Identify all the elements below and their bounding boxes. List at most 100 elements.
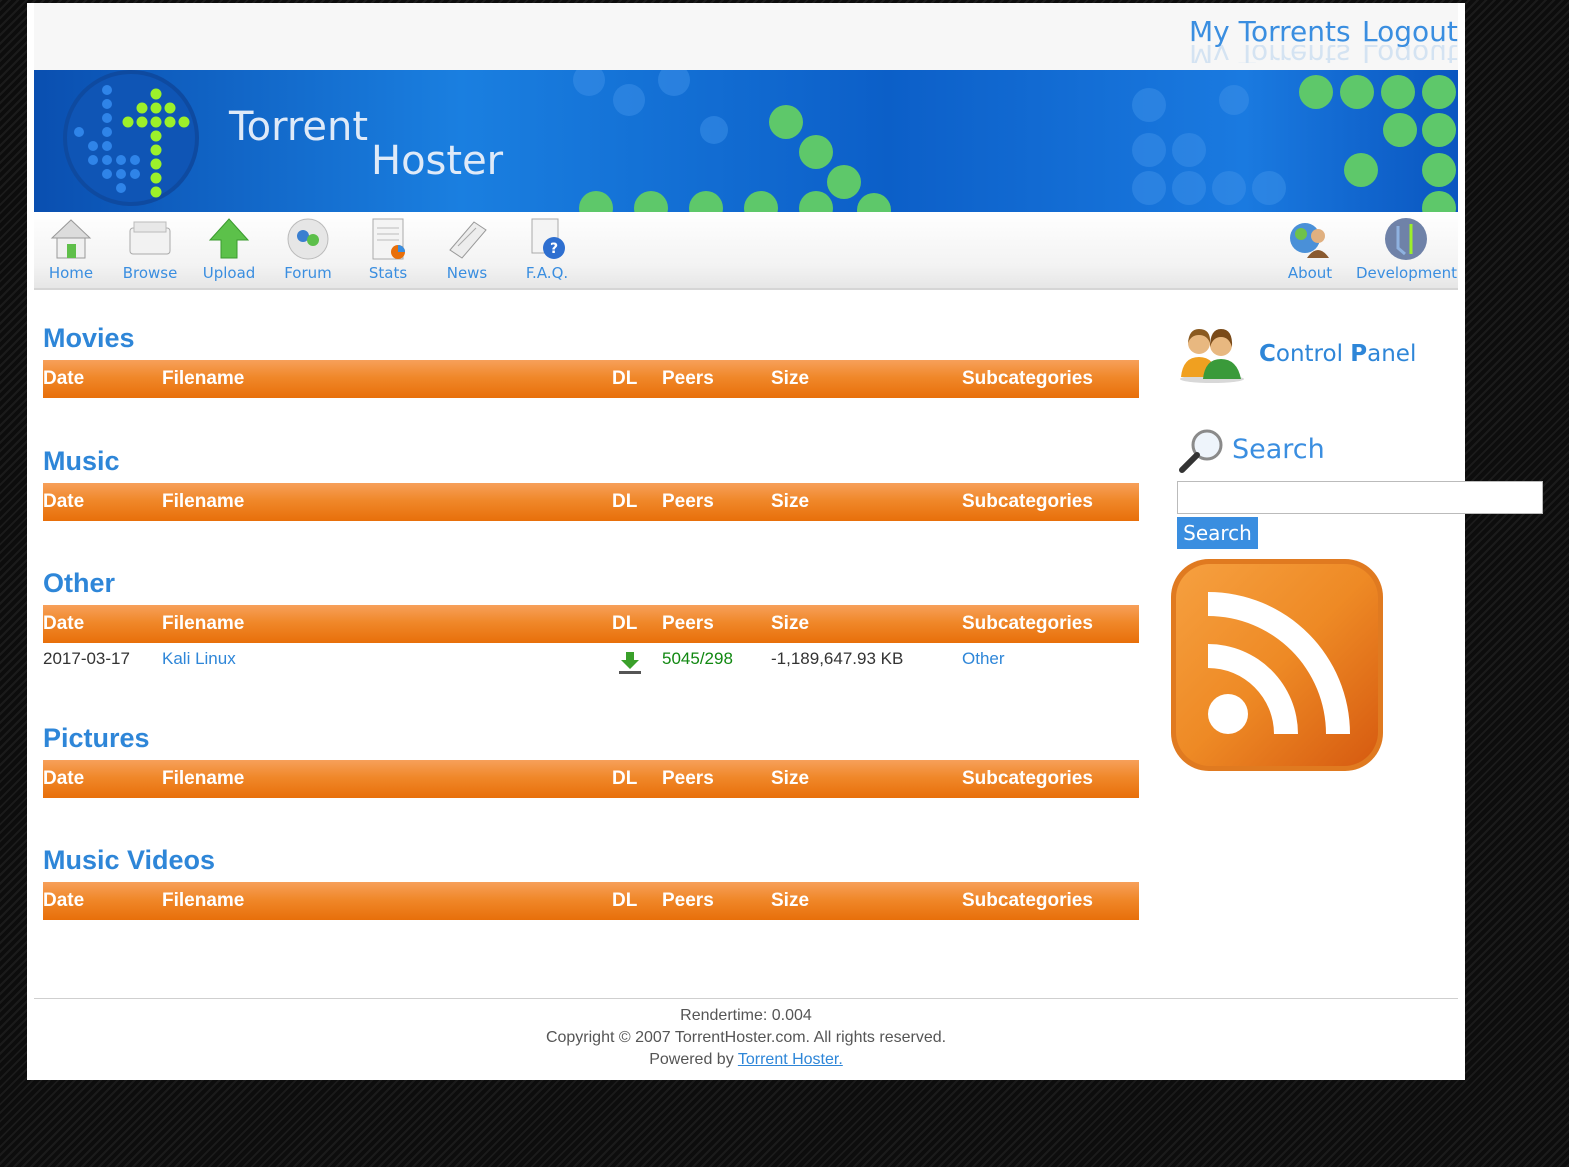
- home-icon: [50, 219, 92, 259]
- news-icon: [449, 221, 487, 259]
- cp-word2-rest: anel: [1367, 341, 1417, 367]
- about-icon: [1290, 223, 1329, 258]
- nav-forum-label: Forum: [284, 264, 332, 282]
- table-header-pictures: Date Filename DL Peers Size Subcategorie…: [43, 760, 1139, 798]
- col-filename[interactable]: Filename: [162, 491, 244, 513]
- col-filename[interactable]: Filename: [162, 890, 244, 912]
- top-links-bar: My Torrents Logout My Torrents Logout: [34, 3, 1458, 70]
- search-input[interactable]: [1177, 481, 1543, 514]
- col-peers[interactable]: Peers: [662, 368, 714, 390]
- banner-decoration: Torrent Hoster: [63, 70, 1456, 212]
- forum-icon: [287, 218, 329, 260]
- cp-word1-rest: ontrol: [1275, 341, 1351, 367]
- upload-icon: [208, 218, 250, 259]
- col-dl: DL: [612, 491, 638, 512]
- col-filename[interactable]: Filename: [162, 768, 244, 790]
- table-header-music: Date Filename DL Peers Size Subcategorie…: [43, 483, 1139, 521]
- col-size[interactable]: Size: [771, 768, 809, 790]
- table-header-other: Date Filename DL Peers Size Subcategorie…: [43, 605, 1139, 643]
- col-subcategories: Subcategories: [962, 368, 1093, 389]
- col-date[interactable]: Date: [43, 768, 84, 790]
- logo-text-torrent: Torrent: [228, 104, 368, 150]
- col-subcategories: Subcategories: [962, 613, 1093, 634]
- col-subcategories: Subcategories: [962, 890, 1093, 911]
- category-title-music[interactable]: Music: [43, 446, 120, 477]
- logo-text-hoster: Hoster: [371, 138, 504, 184]
- col-size[interactable]: Size: [771, 491, 809, 513]
- development-icon: [1385, 218, 1427, 260]
- row-date: 2017-03-17: [43, 649, 130, 668]
- footer-rendertime: Rendertime: 0.004: [680, 1007, 812, 1024]
- my-torrents-link[interactable]: My Torrents: [1189, 15, 1351, 48]
- table-header-music-videos: Date Filename DL Peers Size Subcategorie…: [43, 882, 1139, 920]
- col-dl: DL: [612, 768, 638, 789]
- nav-faq-label: F.A.Q.: [525, 264, 569, 282]
- table-row: 2017-03-17 Kali Linux 5045/298 -1,189,64…: [43, 641, 1139, 674]
- row-peers: 5045/298: [662, 649, 733, 668]
- nav-upload-label: Upload: [202, 264, 256, 282]
- search-heading: Search: [1232, 434, 1325, 465]
- rss-feed-icon[interactable]: [1168, 556, 1386, 774]
- cp-second-letter: P: [1350, 341, 1368, 367]
- footer-copyright: Copyright © 2007 TorrentHoster.com. All …: [545, 1029, 947, 1046]
- nav-home-label: Home: [48, 264, 94, 282]
- nav-news[interactable]: News: [430, 216, 504, 282]
- table-header-movies: Date Filename DL Peers Size Subcategorie…: [43, 360, 1139, 398]
- logout-link[interactable]: Logout: [1362, 15, 1458, 48]
- col-dl: DL: [612, 368, 638, 389]
- col-filename[interactable]: Filename: [162, 368, 244, 390]
- nav-news-label: News: [446, 264, 488, 282]
- col-subcategories: Subcategories: [962, 768, 1093, 789]
- col-dl: DL: [612, 613, 638, 634]
- category-title-other[interactable]: Other: [43, 568, 115, 599]
- col-peers[interactable]: Peers: [662, 890, 714, 912]
- col-peers[interactable]: Peers: [662, 491, 714, 513]
- nav-forum[interactable]: Forum: [271, 216, 345, 282]
- category-title-movies[interactable]: Movies: [43, 323, 135, 354]
- nav-development-label: Development: [1356, 264, 1457, 282]
- faq-icon: ?: [531, 218, 565, 259]
- nav-development[interactable]: Development: [1356, 216, 1457, 282]
- nav-faq[interactable]: ? F.A.Q.: [510, 216, 584, 282]
- category-title-pictures[interactable]: Pictures: [43, 723, 150, 754]
- col-size[interactable]: Size: [771, 368, 809, 390]
- svg-text:?: ?: [550, 241, 558, 257]
- col-date[interactable]: Date: [43, 890, 84, 912]
- nav-about-label: About: [1287, 264, 1333, 282]
- footer-powered-link[interactable]: Torrent Hoster.: [738, 1051, 843, 1068]
- col-peers[interactable]: Peers: [662, 613, 714, 635]
- nav-browse-label: Browse: [122, 264, 178, 282]
- page: My Torrents Logout My Torrents Logout To…: [27, 3, 1543, 1080]
- control-panel-icon[interactable]: [1177, 323, 1247, 383]
- search-button[interactable]: Search: [1177, 517, 1258, 549]
- col-size[interactable]: Size: [771, 890, 809, 912]
- footer-powered-prefix: Powered by: [649, 1051, 738, 1068]
- col-date[interactable]: Date: [43, 491, 84, 513]
- site-logo-icon: [63, 70, 199, 206]
- nav-browse[interactable]: Browse: [113, 216, 187, 282]
- control-panel-link[interactable]: Control Panel: [1259, 341, 1416, 367]
- category-title-music-videos[interactable]: Music Videos: [43, 845, 215, 876]
- col-date[interactable]: Date: [43, 368, 84, 390]
- row-subcategory-link[interactable]: Other: [962, 649, 1005, 669]
- my-torrents-reflection: My Torrents: [1189, 45, 1351, 63]
- col-dl: DL: [612, 890, 638, 911]
- col-peers[interactable]: Peers: [662, 768, 714, 790]
- nav-about[interactable]: About: [1273, 216, 1347, 282]
- nav-upload[interactable]: Upload: [192, 216, 266, 282]
- col-date[interactable]: Date: [43, 613, 84, 635]
- stats-icon: [372, 218, 405, 260]
- browse-icon: [129, 221, 171, 255]
- col-size[interactable]: Size: [771, 613, 809, 635]
- logout-reflection: Logout: [1362, 45, 1458, 63]
- main-navbar: Home Browse Upload Forum Stats News ? F.…: [34, 212, 1458, 290]
- footer-powered: Powered by Torrent Hoster.: [27, 1051, 1465, 1069]
- nav-stats[interactable]: Stats: [351, 216, 425, 282]
- row-filename-link[interactable]: Kali Linux: [162, 649, 236, 669]
- nav-home[interactable]: Home: [34, 216, 108, 282]
- site-banner: Torrent Hoster: [34, 70, 1458, 212]
- col-filename[interactable]: Filename: [162, 613, 244, 635]
- download-icon[interactable]: [617, 650, 643, 681]
- col-subcategories: Subcategories: [962, 491, 1093, 512]
- footer-divider: [34, 998, 1458, 999]
